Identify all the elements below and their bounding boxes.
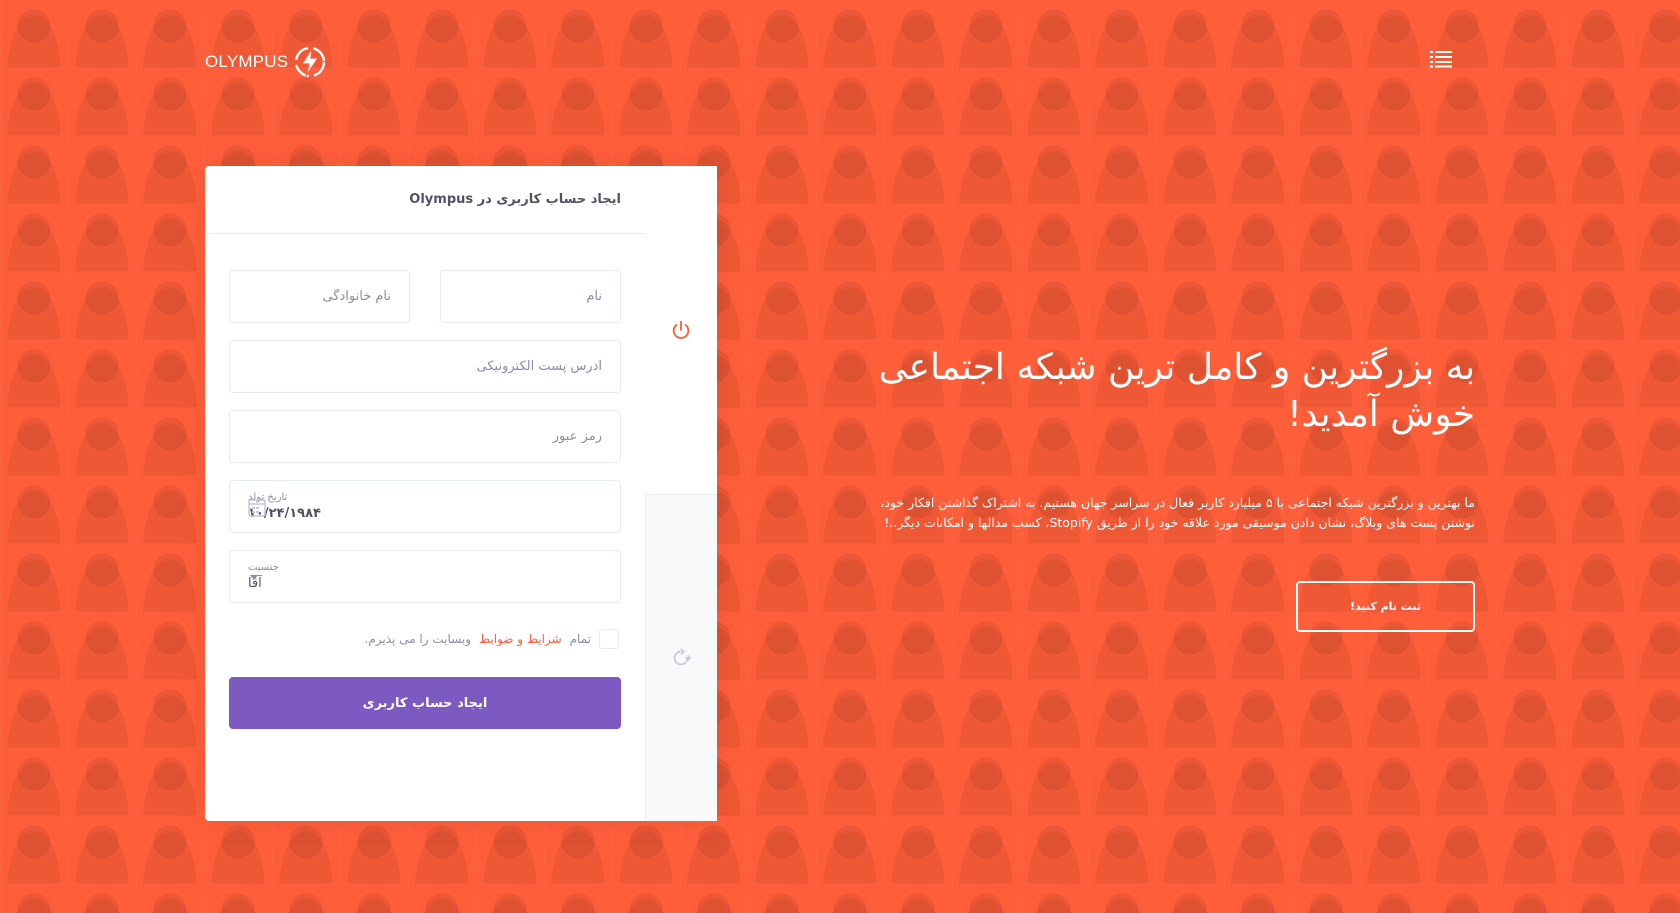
calendar-icon[interactable] — [248, 497, 266, 517]
terms-row: تمام شرایط و ضوابط وبسایت را می پذیرم. — [229, 629, 621, 649]
hero-title: به بزرگترین و کامل ترین شبکه اجتماعی خوش… — [835, 345, 1475, 439]
terms-checkbox[interactable] — [599, 629, 619, 649]
menu-icon[interactable] — [1430, 50, 1452, 68]
terms-prefix: تمام — [569, 632, 591, 646]
hero-title-line-1: به بزرگترین و کامل ترین شبکه اجتماعی — [878, 347, 1475, 388]
register-now-button[interactable]: ثبت نام کنید! — [1296, 581, 1475, 632]
hero-text-line-1: ما بهترین و بزرگترین شبکه اجتماعی با ۵ م… — [880, 494, 1475, 510]
tab-register[interactable] — [645, 166, 717, 494]
logo-text: OLYMPUS — [205, 52, 289, 71]
hero-title-line-2: خوش آمدید! — [1287, 393, 1475, 435]
gender-select[interactable]: جنسیت آقا — [229, 550, 621, 603]
email-field[interactable] — [229, 340, 621, 393]
hero-description: ما بهترین و بزرگترین شبکه اجتماعی با ۵ م… — [835, 493, 1475, 534]
email-input[interactable] — [248, 359, 602, 374]
first-name-input[interactable] — [459, 289, 602, 304]
create-account-button[interactable]: ایجاد حساب کاربری — [229, 677, 621, 729]
first-name-field[interactable] — [440, 270, 621, 323]
last-name-field[interactable] — [229, 270, 410, 323]
gender-label: جنسیت — [248, 562, 279, 573]
chevron-down-icon — [250, 575, 258, 580]
hero-section: به بزرگترین و کامل ترین شبکه اجتماعی خوش… — [835, 345, 1475, 534]
form-title: ایجاد حساب کاربری در Olympus — [205, 166, 645, 234]
terms-link[interactable]: شرایط و ضوابط — [479, 632, 562, 646]
power-icon — [672, 320, 690, 339]
birthday-field[interactable]: تاریخ تولد ۱۰/۲۴/۱۹۸۴ — [229, 480, 621, 533]
hero-text-line-2: نوشتن پست های وبلاگ، نشان دادن موسیقی مو… — [884, 515, 1475, 531]
registration-form: ایجاد حساب کاربری در Olympus نام نام خان… — [205, 166, 645, 821]
last-name-input[interactable] — [248, 289, 391, 304]
registration-card: ایجاد حساب کاربری در Olympus نام نام خان… — [205, 166, 717, 821]
tab-login[interactable] — [645, 494, 717, 821]
lightning-bolt-icon — [295, 46, 326, 78]
refresh-add-icon — [673, 648, 692, 666]
form-tabs — [645, 166, 717, 821]
password-input[interactable] — [248, 429, 602, 444]
terms-suffix: وبسایت را می پذیرم. — [364, 632, 471, 646]
header-logo[interactable]: OLYMPUS — [205, 44, 328, 80]
password-field[interactable] — [229, 410, 621, 463]
